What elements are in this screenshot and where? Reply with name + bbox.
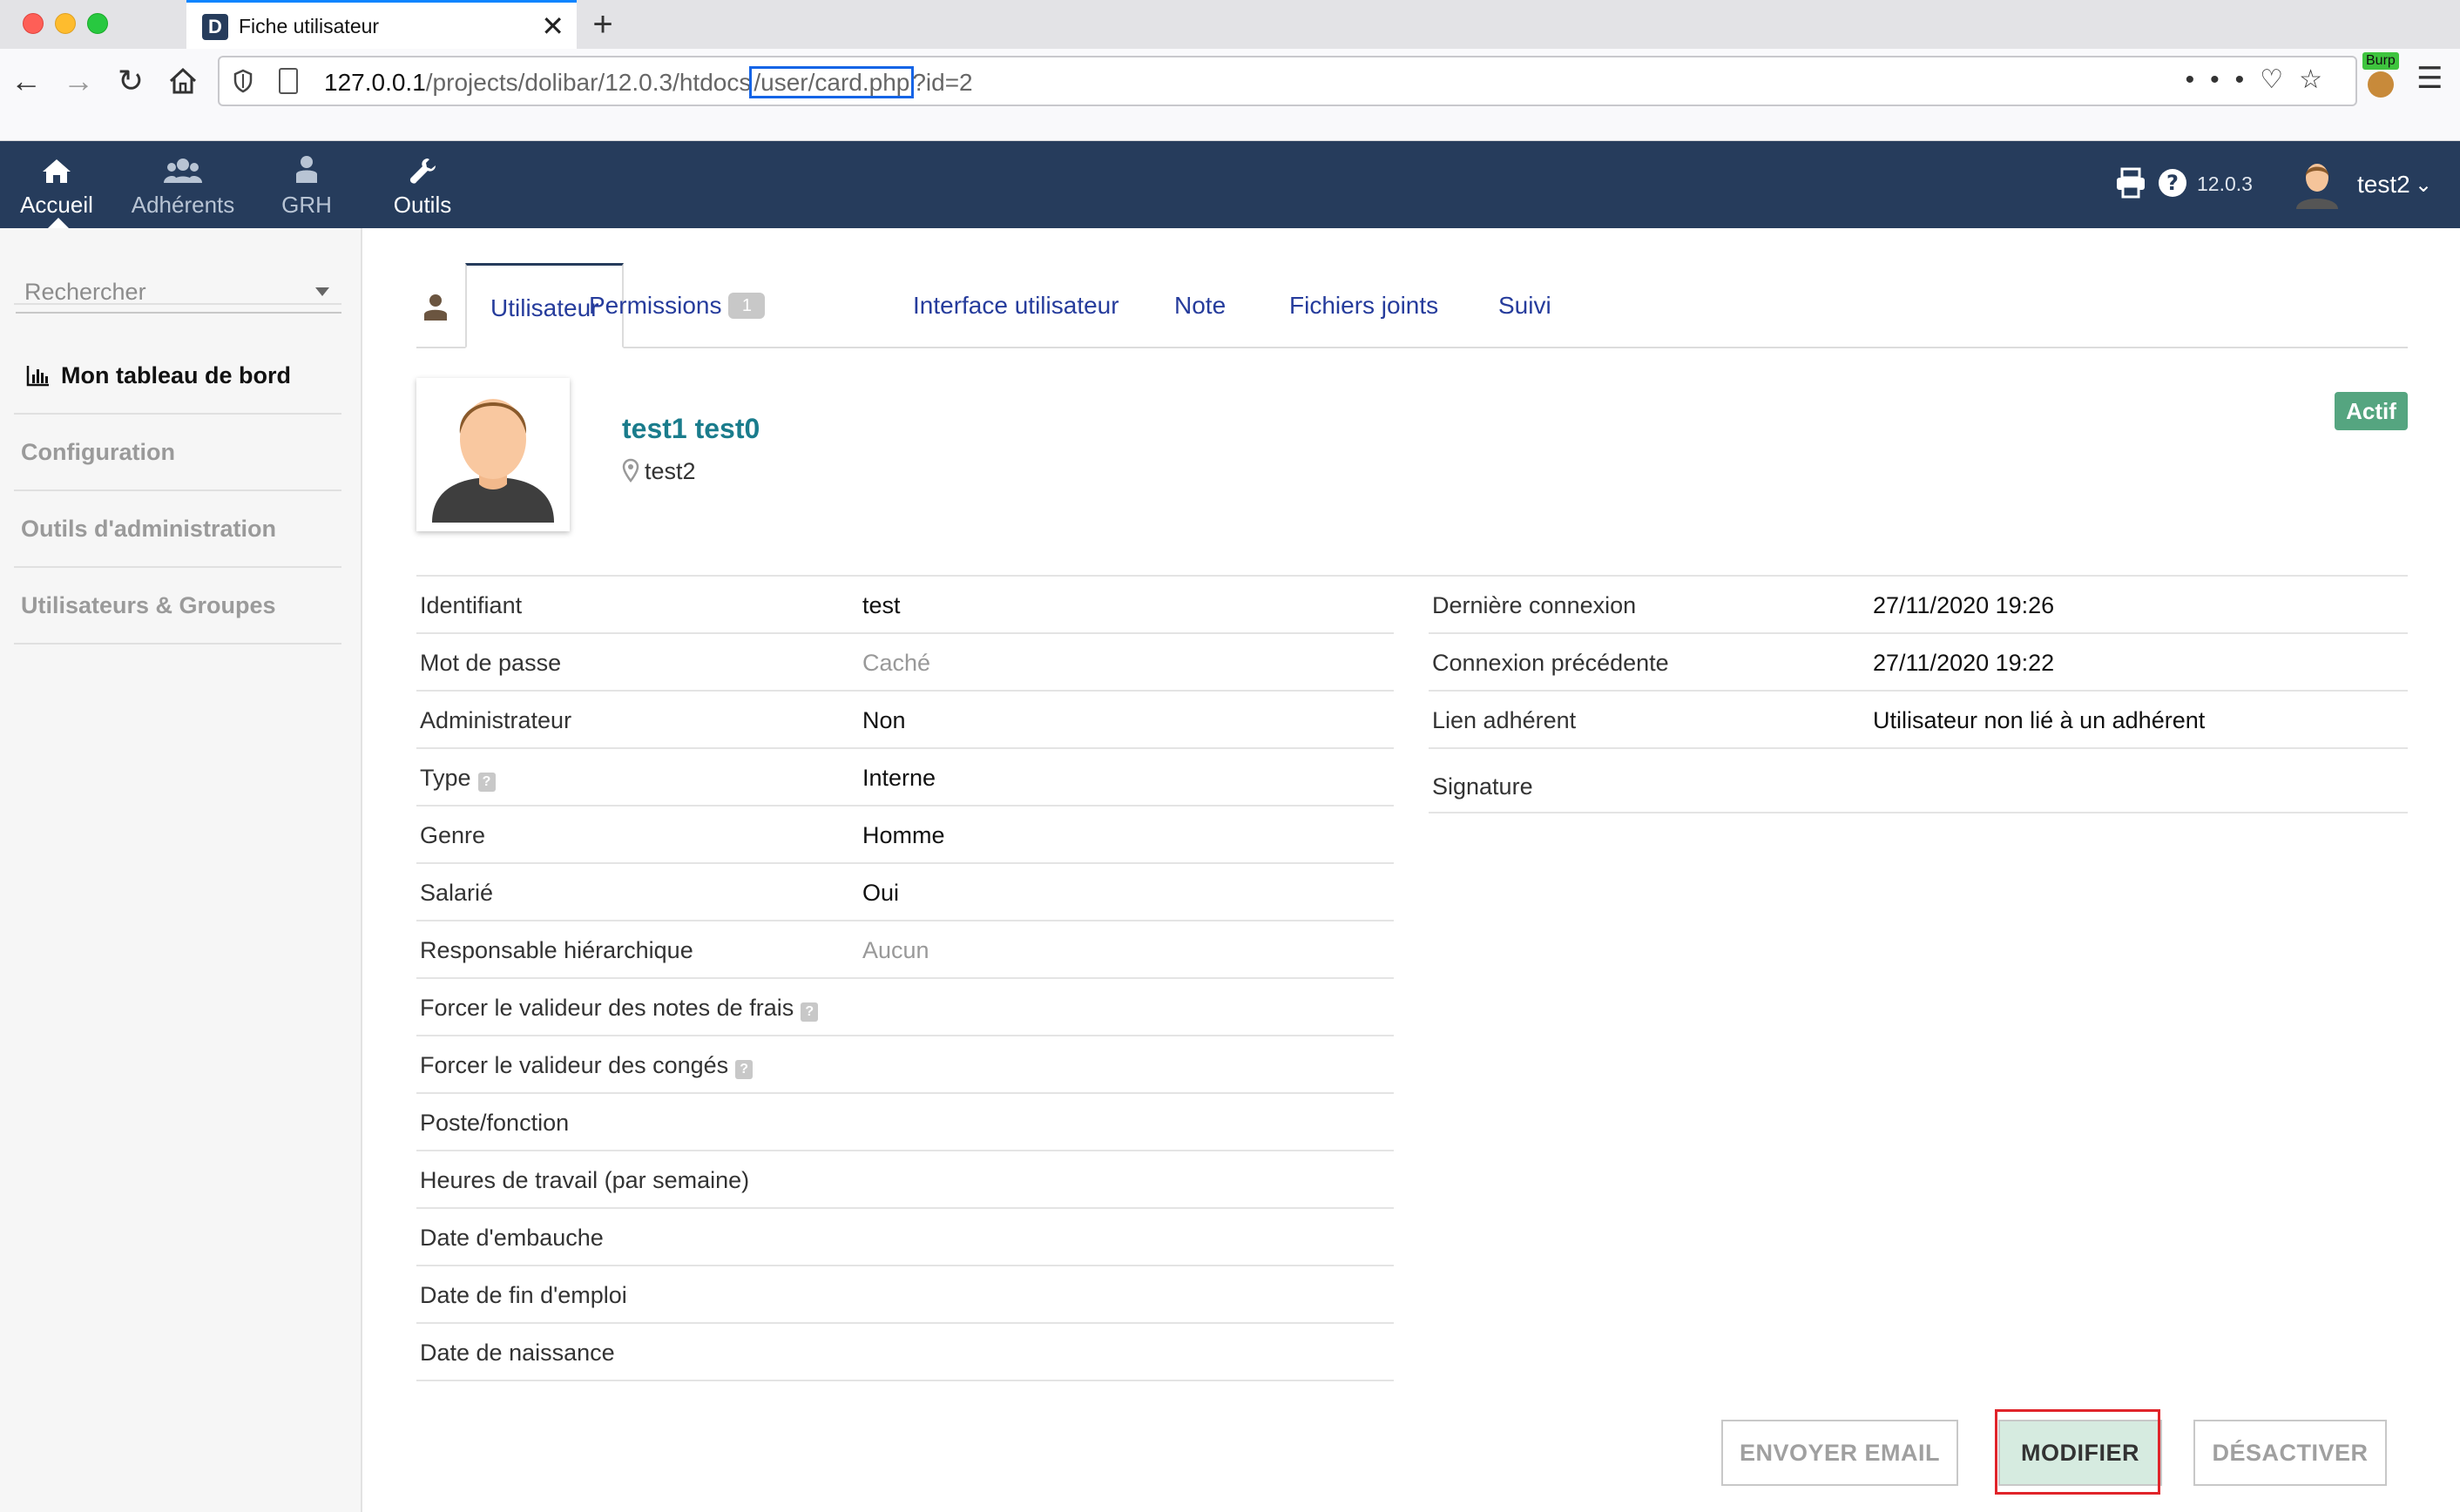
table-row: Salarié Oui: [416, 864, 1394, 921]
table-row: Identifiant test: [416, 577, 1394, 634]
page-info-icon[interactable]: [279, 68, 298, 94]
print-icon[interactable]: [2113, 165, 2148, 200]
sidebar-item-dashboard[interactable]: [14, 228, 341, 305]
user-login-line: test2: [622, 458, 696, 485]
modify-highlight-box: [1995, 1409, 2160, 1495]
topmenu-outils[interactable]: Outils: [375, 141, 470, 228]
help-icon[interactable]: ?: [801, 1002, 819, 1022]
tab-interface-utilisateur[interactable]: Interface utilisateur: [913, 263, 1119, 348]
sidebar-item-dashboard[interactable]: Mon tableau de bord: [14, 338, 341, 415]
topmenu-accueil[interactable]: Accueil: [9, 141, 105, 228]
new-tab-icon[interactable]: +: [585, 5, 620, 44]
deactivate-button[interactable]: DÉSACTIVER: [2193, 1420, 2387, 1486]
more-actions-icon: •••: [2185, 65, 2261, 94]
back-arrow-icon[interactable]: ←: [9, 57, 44, 105]
reload-icon[interactable]: ↻: [113, 57, 148, 105]
pocket-icon: ♡: [2260, 65, 2300, 94]
user-fields-left: Identifiant test Mot de passe Caché Admini…: [416, 577, 1394, 1381]
hamburger-menu-icon[interactable]: ☰: [2416, 61, 2443, 96]
version-label: 12.0.3: [2197, 172, 2253, 195]
help-icon[interactable]: ?: [735, 1060, 754, 1079]
chart-icon: [26, 366, 49, 387]
browser-tab[interactable]: D Fiche utilisateur ✕: [186, 0, 577, 49]
table-row: Signature: [1429, 749, 2408, 813]
browser-tab-bar: D Fiche utilisateur ✕ +: [0, 0, 2460, 49]
table-row: Genre Homme: [416, 807, 1394, 864]
user-login: test2: [645, 458, 696, 484]
table-row: Lien adhérent Utilisateur non lié à un ad…: [1429, 692, 2408, 749]
zoom-window-button[interactable]: [87, 13, 108, 34]
table-row: Heures de travail (par semaine): [416, 1151, 1394, 1209]
help-icon[interactable]: ?: [477, 773, 496, 792]
minimize-window-button[interactable]: [55, 13, 76, 34]
table-row: Date d'embauche: [416, 1209, 1394, 1266]
tab-suivi[interactable]: Suivi: [1498, 263, 1551, 348]
sidebar-item-configuration[interactable]: Configuration: [14, 415, 341, 491]
page-actions[interactable]: •••♡☆: [2186, 64, 2338, 95]
active-menu-indicator: [48, 218, 69, 228]
top-menu: Accueil Adhérents GRH Outils ? 12.0.3 te…: [0, 141, 2460, 228]
tab-note[interactable]: Note: [1174, 263, 1226, 348]
user-avatar[interactable]: [2293, 157, 2342, 209]
close-tab-icon[interactable]: ✕: [541, 10, 564, 43]
send-email-button[interactable]: ENVOYER EMAIL: [1721, 1420, 1958, 1486]
status-badge: Actif: [2335, 392, 2408, 430]
user-fields-right: Dernière connexion 27/11/2020 19:26 Conne…: [1429, 577, 2408, 813]
table-row: Forcer le valideur des congés?: [416, 1036, 1394, 1094]
home-icon: [9, 153, 105, 188]
url-highlight-box: /user/card.php: [749, 66, 915, 98]
forward-arrow-icon[interactable]: →: [61, 57, 96, 105]
browser-navbar: ← → ↻ 127.0.0.1/projects/dolibar/12.0.3/…: [0, 49, 2460, 141]
user-name[interactable]: test2: [2357, 171, 2410, 199]
card-tabs: Utilisateur Permissions 1 Interface utili…: [416, 263, 2408, 348]
table-row: Dernière connexion 27/11/2020 19:26: [1429, 577, 2408, 634]
table-row: Poste/fonction: [416, 1094, 1394, 1151]
burp-extension-label[interactable]: Burp: [2362, 52, 2399, 70]
url-text[interactable]: 127.0.0.1/projects/dolibar/12.0.3/htdocs…: [324, 66, 973, 98]
permissions-count-badge: 1: [728, 292, 766, 319]
table-row: Date de fin d'emploi: [416, 1266, 1394, 1324]
close-window-button[interactable]: [23, 13, 44, 34]
user-fullname: test1 test0: [622, 413, 760, 444]
user-photo[interactable]: [416, 378, 570, 531]
topmenu-grh[interactable]: GRH: [261, 141, 352, 228]
table-row: Date de naissance: [416, 1324, 1394, 1381]
users-icon: [122, 153, 244, 188]
chevron-down-icon[interactable]: ⌄: [2415, 172, 2432, 198]
home-icon[interactable]: [166, 57, 200, 105]
table-row: Type? Interne: [416, 749, 1394, 807]
table-row: Forcer le valideur des notes de frais?: [416, 979, 1394, 1036]
sidebar-item-admin-tools[interactable]: Outils d'administration: [14, 491, 341, 568]
table-row: Responsable hiérarchique Aucun: [416, 921, 1394, 979]
map-pin-icon: [622, 458, 639, 483]
topmenu-adherents[interactable]: Adhérents: [122, 141, 244, 228]
tab-permissions[interactable]: Permissions 1: [589, 263, 766, 348]
main-content: Utilisateur Permissions 1 Interface utili…: [364, 228, 2460, 1512]
burp-extension-icon[interactable]: [2368, 71, 2394, 98]
person-icon: [261, 153, 352, 188]
svg-text:?: ?: [2166, 171, 2179, 195]
user-icon: [424, 294, 447, 321]
browser-tab-title: Fiche utilisateur: [239, 15, 380, 37]
table-row: Connexion précédente 27/11/2020 19:22: [1429, 634, 2408, 692]
tab-fichiers-joints[interactable]: Fichiers joints: [1289, 263, 1438, 348]
left-sidebar: Rechercher Mon tableau de bord Configura…: [0, 228, 362, 1512]
sidebar-item-users-groups[interactable]: Utilisateurs & Groupes: [14, 568, 341, 645]
help-icon[interactable]: ?: [2155, 165, 2190, 200]
address-bar[interactable]: 127.0.0.1/projects/dolibar/12.0.3/htdocs…: [218, 56, 2357, 106]
tracking-shield-icon[interactable]: [233, 69, 253, 93]
table-row: Administrateur Non: [416, 692, 1394, 749]
table-row: Mot de passe Caché: [416, 634, 1394, 692]
user-photo-avatar: [432, 399, 554, 523]
dolibarr-favicon-icon: D: [202, 14, 228, 40]
wrench-icon: [375, 153, 470, 188]
bookmark-star-icon: ☆: [2299, 65, 2338, 94]
